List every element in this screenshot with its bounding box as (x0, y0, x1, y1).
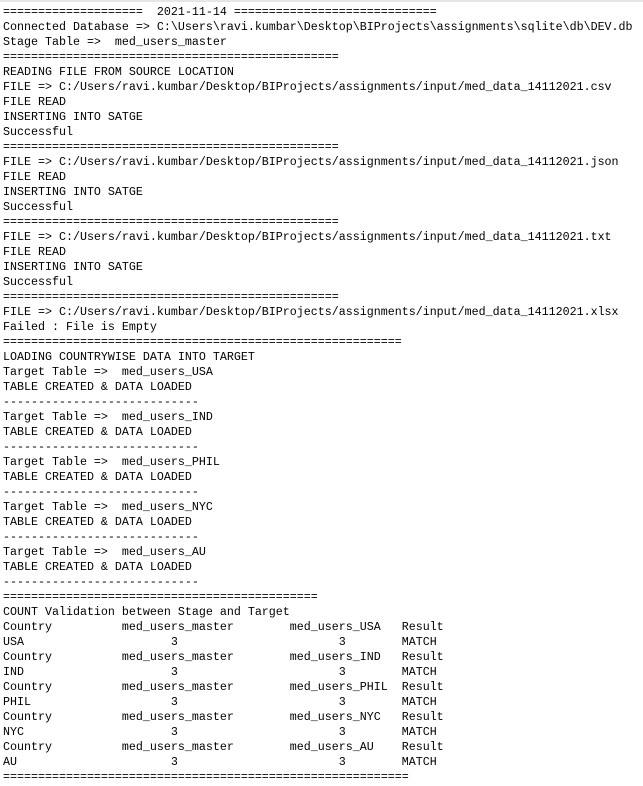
console-line: Stage Table => med_users_master (3, 35, 227, 49)
console-line: Country med_users_master med_users_IND R… (3, 650, 444, 664)
console-line: TABLE CREATED & DATA LOADED (3, 515, 192, 529)
console-line: Country med_users_master med_users_NYC R… (3, 710, 444, 724)
console-line: ========================================… (3, 290, 339, 304)
console-line: ========================================… (3, 140, 339, 154)
console-line: USA 3 3 MATCH (3, 635, 437, 649)
console-line: Target Table => med_users_IND (3, 410, 213, 424)
console-line: Failed : File is Empty (3, 320, 157, 334)
console-line: FILE => C:/Users/ravi.kumbar/Desktop/BIP… (3, 230, 612, 244)
console-line: ---------------------------- (3, 440, 199, 454)
console-line: Target Table => med_users_USA (3, 365, 213, 379)
console-line: Country med_users_master med_users_PHIL … (3, 680, 444, 694)
console-line: NYC 3 3 MATCH (3, 725, 437, 739)
console-line: Country med_users_master med_users_AU Re… (3, 740, 444, 754)
console-line: Target Table => med_users_NYC (3, 500, 213, 514)
console-line: ========================================… (3, 215, 339, 229)
console-line: ========================================… (3, 335, 402, 349)
console-line: Target Table => med_users_AU (3, 545, 206, 559)
console-line: LOADING COUNTRYWISE DATA INTO TARGET (3, 350, 255, 364)
console-line: AU 3 3 MATCH (3, 755, 437, 769)
console-line: ---------------------------- (3, 485, 199, 499)
console-line: FILE READ (3, 95, 66, 109)
console-line: TABLE CREATED & DATA LOADED (3, 560, 192, 574)
console-output: ==================== 2021-11-14 ========… (0, 2, 643, 785)
console-line: Successful (3, 200, 73, 214)
console-line: FILE => C:/Users/ravi.kumbar/Desktop/BIP… (3, 305, 619, 319)
console-line: ========================================… (3, 50, 339, 64)
console-line: ---------------------------- (3, 575, 199, 589)
console-line: PHIL 3 3 MATCH (3, 695, 437, 709)
console-line: Connected Database => C:\Users\ravi.kumb… (3, 20, 633, 34)
console-line: FILE READ (3, 245, 66, 259)
console-line: READING FILE FROM SOURCE LOCATION (3, 65, 234, 79)
console-line: Successful (3, 275, 73, 289)
console-line: Successful (3, 125, 73, 139)
console-line: TABLE CREATED & DATA LOADED (3, 470, 192, 484)
console-line: Country med_users_master med_users_USA R… (3, 620, 444, 634)
console-line: ========================================… (3, 590, 318, 604)
console-line: ==================== 2021-11-14 ========… (3, 5, 437, 19)
console-line: INSERTING INTO SATGE (3, 110, 143, 124)
console-line: ---------------------------- (3, 530, 199, 544)
console-line: ---------------------------- (3, 395, 199, 409)
console-line: Target Table => med_users_PHIL (3, 455, 220, 469)
console-line: TABLE CREATED & DATA LOADED (3, 425, 192, 439)
console-line: FILE => C:/Users/ravi.kumbar/Desktop/BIP… (3, 80, 612, 94)
console-line: TABLE CREATED & DATA LOADED (3, 380, 192, 394)
console-line: FILE => C:/Users/ravi.kumbar/Desktop/BIP… (3, 155, 619, 169)
console-line: ========================================… (3, 770, 409, 784)
console-line: INSERTING INTO SATGE (3, 260, 143, 274)
console-line: INSERTING INTO SATGE (3, 185, 143, 199)
console-line: IND 3 3 MATCH (3, 665, 437, 679)
console-line: FILE READ (3, 170, 66, 184)
console-line: COUNT Validation between Stage and Targe… (3, 605, 290, 619)
